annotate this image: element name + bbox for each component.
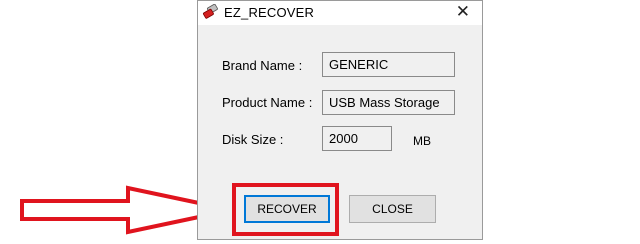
app-icon bbox=[203, 4, 218, 19]
brand-name-label: Brand Name : bbox=[222, 58, 303, 73]
recover-highlight-box bbox=[232, 183, 339, 236]
product-name-label: Product Name : bbox=[222, 95, 313, 110]
title-bar[interactable]: EZ_RECOVER ✕ bbox=[198, 1, 482, 25]
disk-size-unit: MB bbox=[413, 134, 431, 148]
close-icon[interactable]: ✕ bbox=[456, 2, 470, 22]
close-button[interactable]: CLOSE bbox=[349, 195, 436, 223]
product-name-field[interactable]: USB Mass Storage bbox=[322, 90, 455, 115]
window-title: EZ_RECOVER bbox=[224, 5, 315, 20]
disk-size-field[interactable]: 2000 bbox=[322, 126, 392, 151]
disk-size-label: Disk Size : bbox=[222, 132, 284, 147]
screenshot-stage: EZ_RECOVER ✕ Brand Name : GENERIC Produc… bbox=[0, 0, 640, 244]
brand-name-field[interactable]: GENERIC bbox=[322, 52, 455, 77]
